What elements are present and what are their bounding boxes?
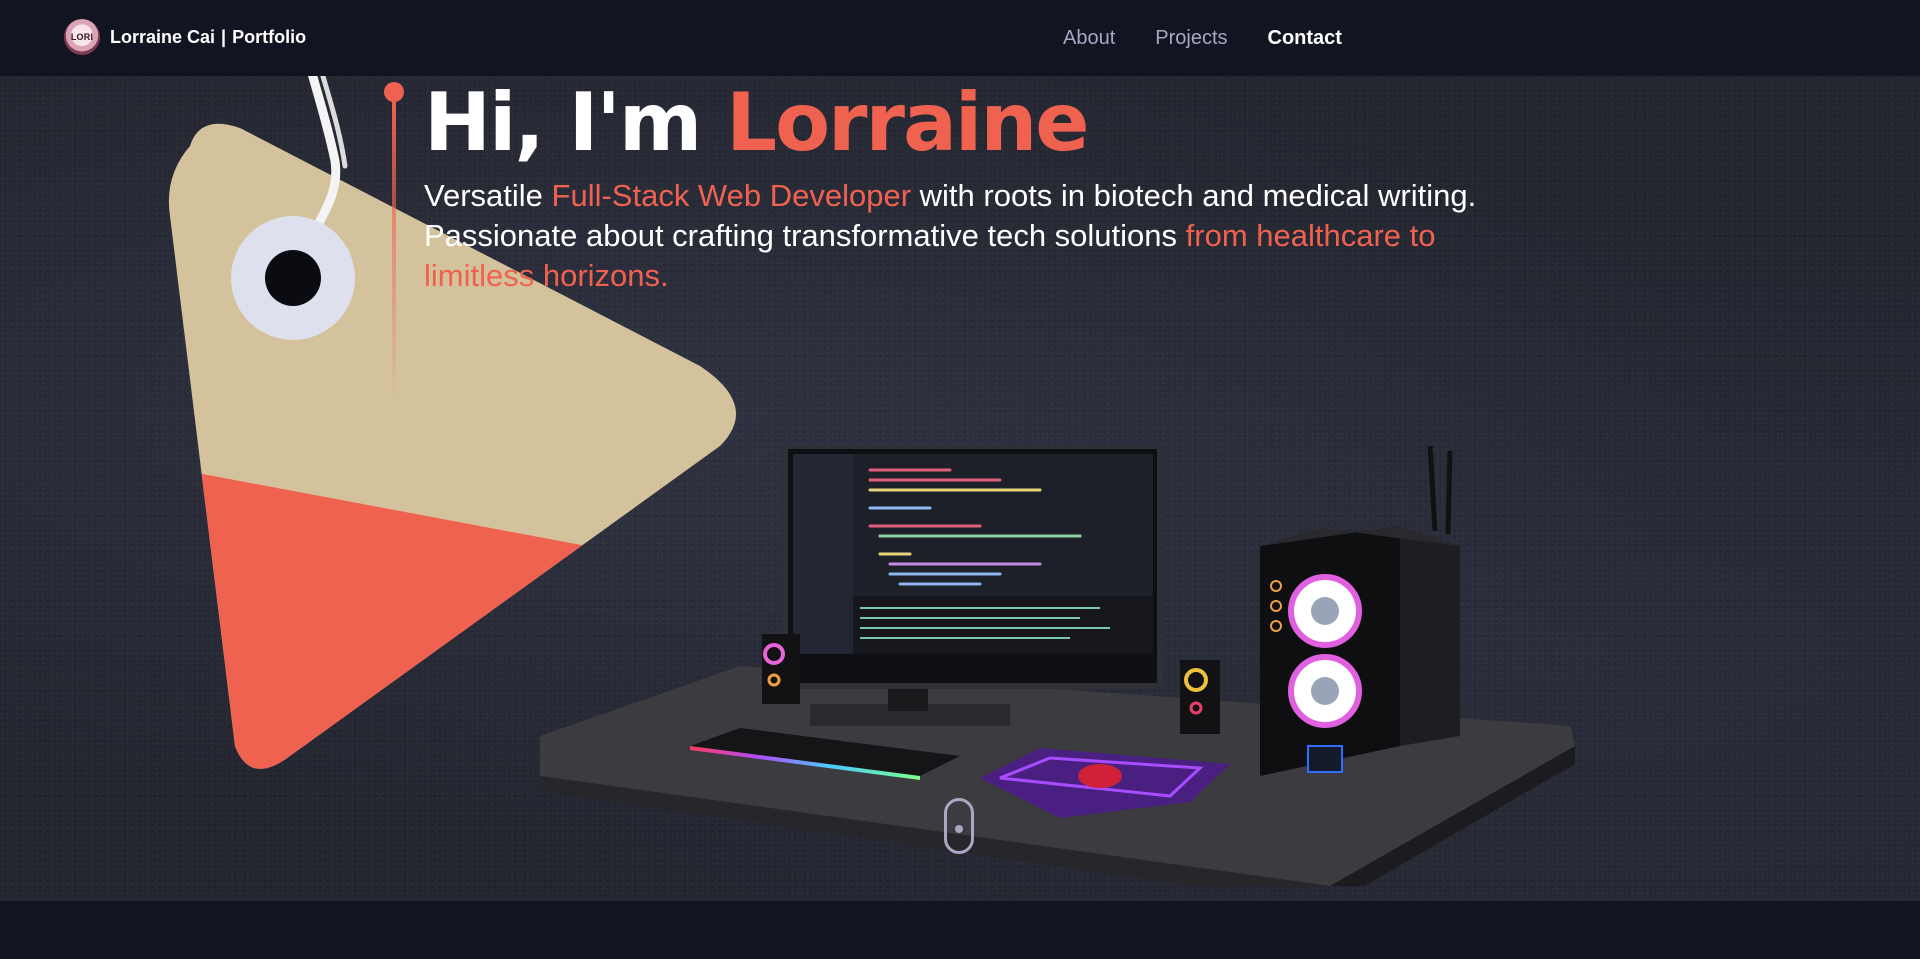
nav-links: About Projects Contact bbox=[1063, 27, 1342, 50]
page: LORI Lorraine Cai | Portfolio About Proj… bbox=[0, 0, 1920, 959]
brand-subtitle: Portfolio bbox=[232, 26, 307, 47]
brand-separator: | bbox=[221, 26, 227, 47]
hero-heading: Hi, I'm Lorraine bbox=[424, 76, 1090, 169]
brand-link[interactable]: LORI Lorraine Cai | Portfolio bbox=[64, 19, 306, 55]
hero-accent-line bbox=[384, 82, 404, 402]
nav-link-about[interactable]: About bbox=[1063, 27, 1115, 50]
avatar-logo-icon: LORI bbox=[64, 19, 100, 55]
accent-dot bbox=[384, 82, 404, 102]
logo-text: LORI bbox=[70, 32, 94, 42]
mouse-scroll-icon[interactable] bbox=[944, 798, 974, 854]
desk-setup-3d-scene bbox=[540, 446, 1575, 886]
scroll-dot bbox=[955, 825, 963, 833]
navbar: LORI Lorraine Cai | Portfolio About Proj… bbox=[0, 0, 1920, 76]
brand-name: Lorraine Cai bbox=[110, 26, 216, 47]
hero-section: Hi, I'm Lorraine Versatile Full-Stack We… bbox=[0, 76, 1920, 901]
hero-description: Versatile Full-Stack Web Developer with … bbox=[424, 176, 1504, 296]
nav-link-projects[interactable]: Projects bbox=[1155, 27, 1227, 50]
hero-role: Full-Stack Web Developer bbox=[551, 178, 912, 213]
hero-intro-1: Versatile bbox=[424, 178, 552, 213]
nav-link-contact[interactable]: Contact bbox=[1268, 27, 1342, 50]
hero-greeting: Hi, I'm bbox=[424, 76, 727, 169]
hero-name: Lorraine bbox=[726, 76, 1089, 169]
accent-bar bbox=[392, 100, 396, 400]
